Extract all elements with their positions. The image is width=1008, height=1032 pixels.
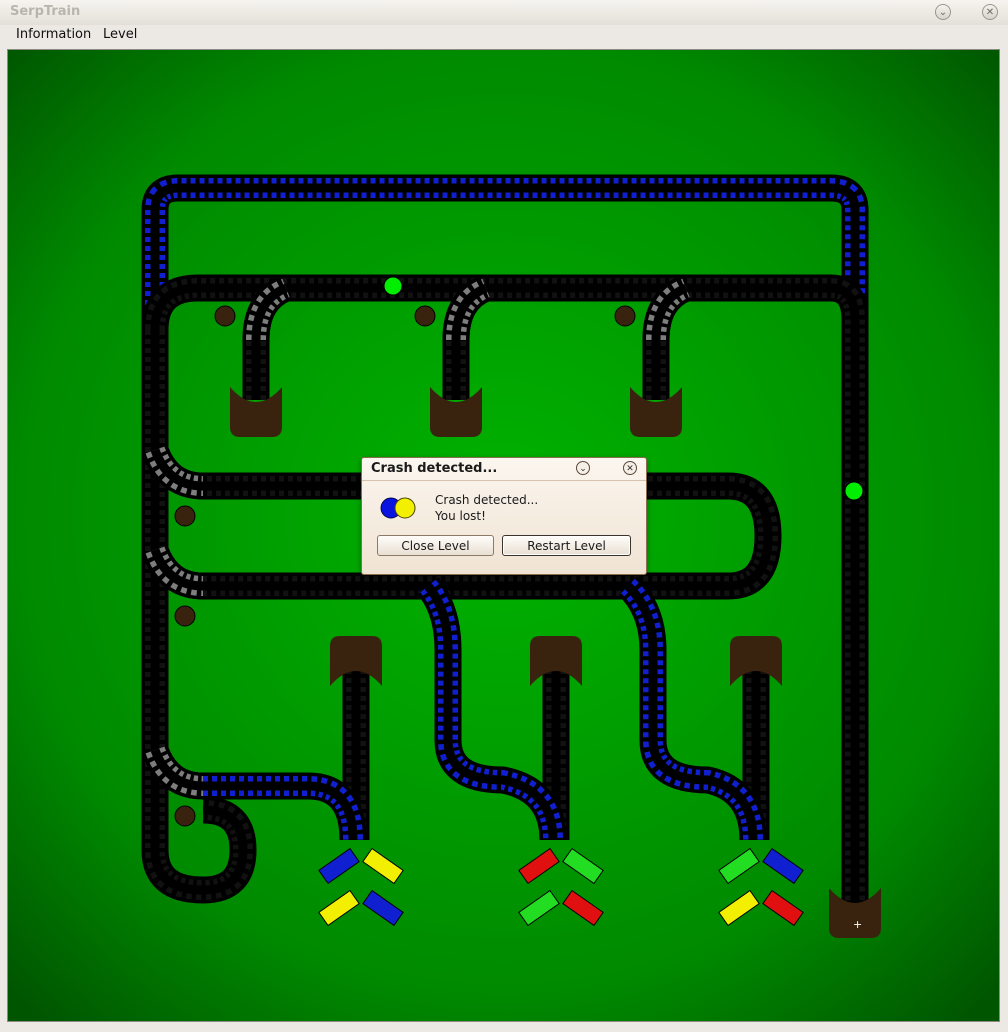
crash-balls-icon [380,497,416,519]
signal-top [383,276,403,296]
menu-information[interactable]: Information [16,27,91,42]
hole-4 [174,505,196,527]
restart-level-label: Restart Level [527,539,606,553]
dialog-close-button[interactable]: ✕ [623,461,637,475]
signal-right [844,481,864,501]
window-title: SerpTrain [10,4,81,19]
hole-6 [174,805,196,827]
dialog-message-line1: Crash detected... [435,493,539,507]
hole-3 [614,305,636,327]
dialog-separator [362,480,646,481]
menubar: Information Level [0,25,1008,47]
dialog-message: Crash detected... You lost! [435,492,538,524]
close-level-button[interactable]: Close Level [377,535,494,556]
menu-level[interactable]: Level [103,27,137,42]
hole-5 [174,605,196,627]
dialog-title: Crash detected... [371,461,498,476]
dialog-minimize-button[interactable]: ⌄ [576,461,590,475]
hole-2 [414,305,436,327]
cursor-mark: + [853,918,862,931]
close-icon: ✕ [626,464,634,474]
chevron-down-icon: ⌄ [579,464,587,474]
hole-1 [214,305,236,327]
menu-information-label: Information [16,27,92,42]
window-titlebar: SerpTrain ⌄ ✕ [0,0,1008,26]
chevron-down-icon: ⌄ [938,7,948,18]
close-window-button[interactable]: ✕ [982,4,998,20]
restart-level-button[interactable]: Restart Level [502,535,631,556]
crash-dialog: Crash detected... ⌄ ✕ Crash detected... … [361,457,647,575]
dialog-message-line2: You lost! [435,509,486,523]
minimize-button[interactable]: ⌄ [935,4,951,20]
close-level-label: Close Level [401,539,470,553]
close-icon: ✕ [985,7,995,18]
menu-level-label: Level [103,27,138,42]
